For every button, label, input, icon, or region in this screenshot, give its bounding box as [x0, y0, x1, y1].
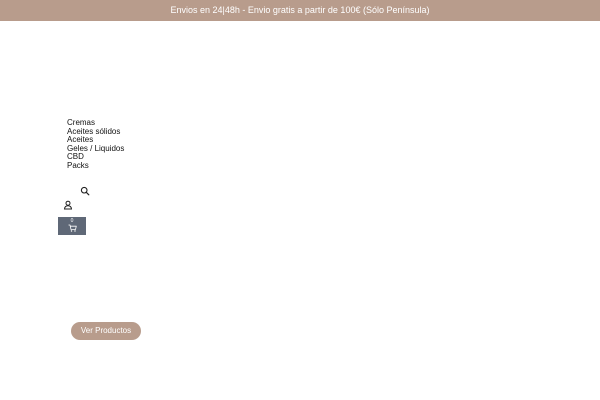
search-button[interactable]	[80, 183, 90, 196]
main-nav: Cremas Aceites sólidos Aceites Geles / L…	[67, 118, 124, 171]
view-products-button[interactable]: Ver Productos	[71, 322, 141, 340]
announcement-bar: Envios en 24|48h - Envio gratis a partir…	[0, 0, 600, 21]
nav-item-packs[interactable]: Packs	[67, 161, 124, 171]
search-icon	[80, 186, 90, 196]
user-icon	[63, 200, 73, 210]
page: Envios en 24|48h - Envio gratis a partir…	[0, 0, 600, 400]
account-button[interactable]	[63, 197, 73, 210]
cart-button[interactable]: 0	[58, 217, 86, 235]
cart-icon	[68, 224, 77, 232]
announcement-text: Envios en 24|48h - Envio gratis a partir…	[170, 5, 430, 15]
